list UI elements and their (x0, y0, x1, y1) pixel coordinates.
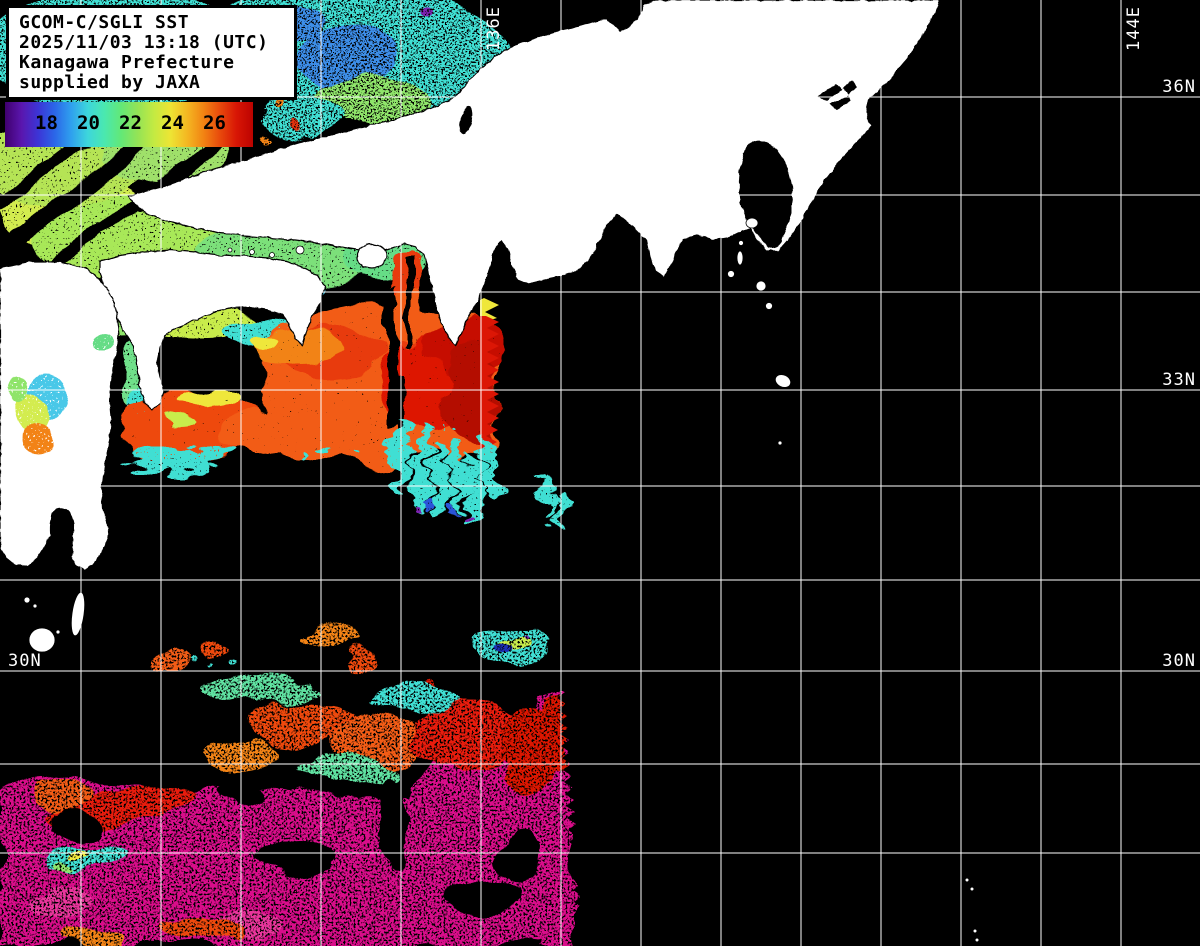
island-kozushima (727, 270, 735, 278)
colorbar-tick-20: 20 (77, 112, 100, 134)
lon-label-144e: 144E (1124, 6, 1144, 51)
island-niijima (736, 250, 744, 266)
island-toshima (738, 240, 744, 246)
lat-label-30n-left: 30N (8, 651, 42, 671)
lat-label-30n-right: 30N (1162, 651, 1196, 671)
colorbar: 18 20 22 24 26 (5, 102, 253, 147)
title-credit: supplied by JAXA (19, 72, 201, 93)
lon-label-136e: 136E (484, 6, 504, 51)
colorbar-tick-24: 24 (161, 112, 184, 134)
colorbar-tick-18: 18 (35, 112, 58, 134)
island-aogashima (777, 440, 783, 446)
lat-label-33n: 33N (1162, 370, 1196, 390)
island-oshima (745, 217, 759, 229)
island-awaji (356, 243, 388, 269)
title-product: GCOM-C/SGLI SST (19, 12, 190, 33)
island-miyakejima (755, 280, 767, 292)
title-region: Kanagawa Prefecture (19, 52, 235, 73)
title-box: GCOM-C/SGLI SST 2025/11/03 13:18 (UTC) K… (6, 5, 297, 100)
island-mikurajima (765, 302, 773, 310)
colorbar-tick-22: 22 (119, 112, 142, 134)
lat-label-36n: 36N (1162, 77, 1196, 97)
sst-satellite-image: 136E 144E 36N 33N 30N 30N GCOM-C/SGLI SS… (0, 0, 1200, 946)
island-yakushima (28, 627, 56, 653)
colorbar-tick-26: 26 (203, 112, 226, 134)
title-datetime: 2025/11/03 13:18 (UTC) (19, 32, 269, 53)
